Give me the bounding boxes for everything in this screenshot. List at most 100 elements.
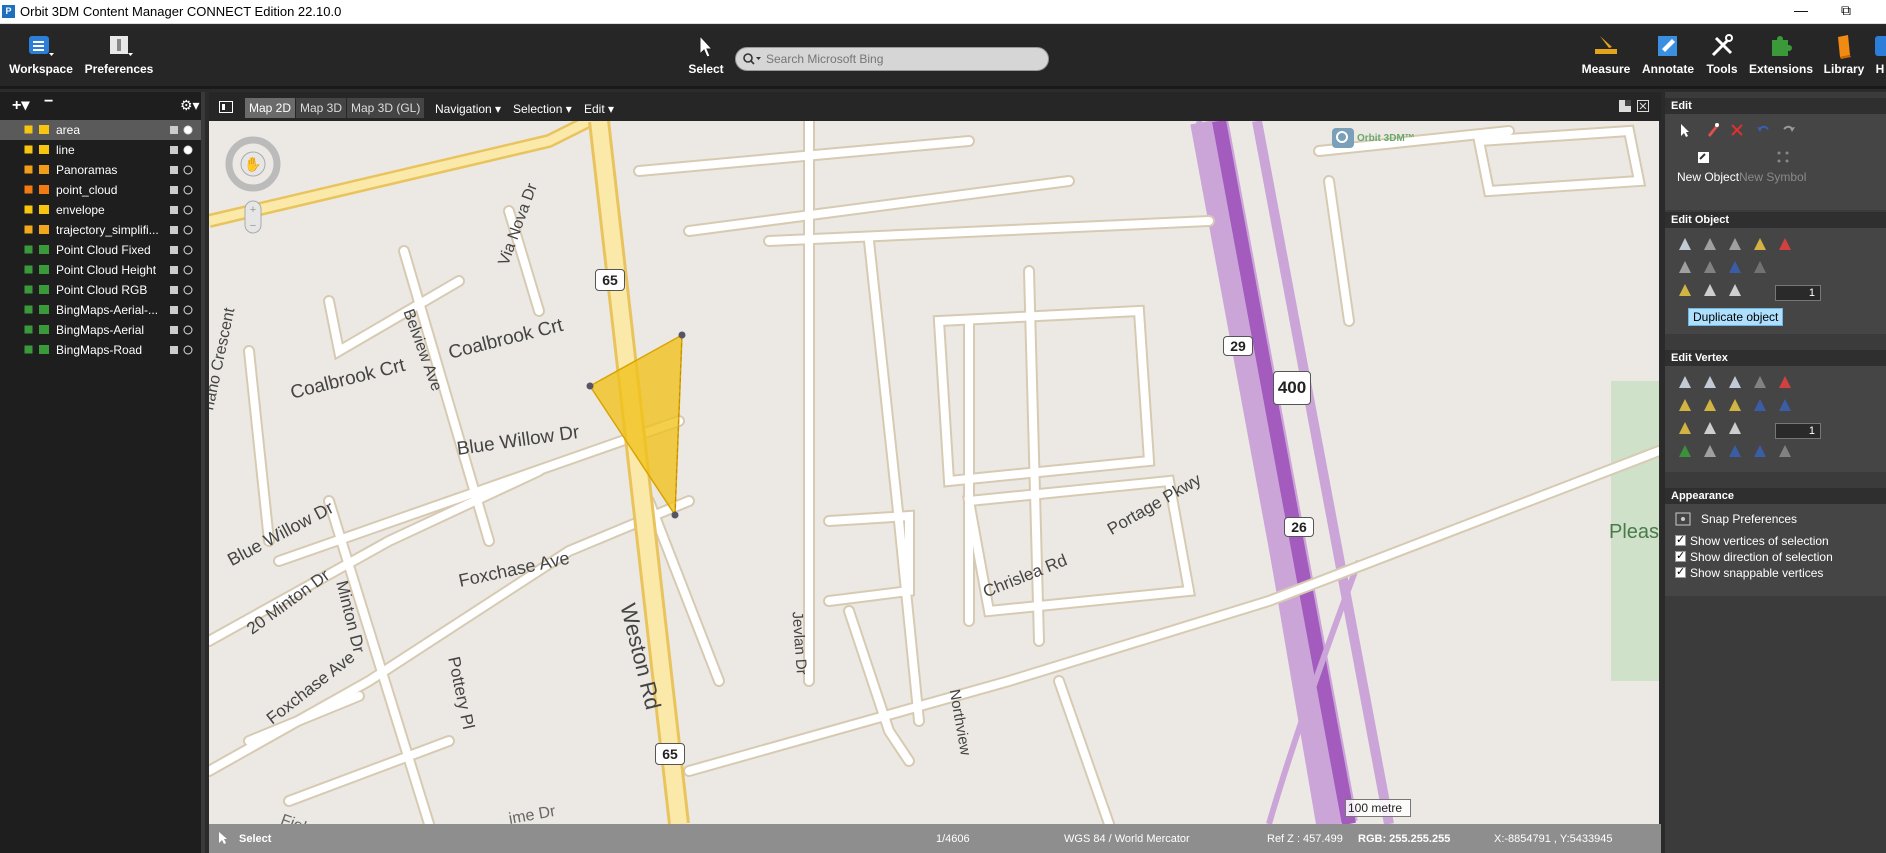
layer-visibility-checkbox[interactable] (24, 245, 33, 254)
preferences-button[interactable]: Preferences (82, 33, 156, 76)
layer-visibility-checkbox[interactable] (24, 205, 33, 214)
split-icon[interactable] (1677, 259, 1693, 275)
merge-icon[interactable] (1702, 259, 1718, 275)
pin-icon[interactable] (168, 283, 198, 297)
new-object-icon[interactable] (1695, 149, 1711, 165)
layout-toggle-icon[interactable] (1619, 100, 1631, 112)
undo-icon[interactable] (1755, 122, 1771, 138)
array-icon[interactable] (1702, 282, 1718, 298)
vertex-f-icon[interactable] (1677, 420, 1693, 436)
layer-visibility-checkbox[interactable] (24, 325, 33, 334)
edit-menu[interactable]: Edit ▾ (584, 102, 614, 116)
layer-row[interactable]: Point Cloud RGB (0, 280, 201, 300)
tab-map-3d[interactable]: Map 3D (296, 98, 347, 118)
map-canvas[interactable]: ✋ + − Belview Ave Via Nova Dr nano Crescen… (209, 121, 1659, 824)
reverse-icon[interactable] (1727, 259, 1743, 275)
layer-visibility-checkbox[interactable] (24, 285, 33, 294)
duplicate-object-button[interactable]: Duplicate object (1688, 308, 1784, 326)
new-object-label[interactable]: New Object (1677, 170, 1739, 184)
layer-row[interactable]: BingMaps-Aerial (0, 320, 201, 340)
layer-row[interactable]: line (0, 140, 201, 160)
pin-icon[interactable] (168, 183, 198, 197)
layer-row[interactable]: area (0, 120, 201, 140)
pan-control[interactable]: ✋ (225, 136, 281, 192)
vertex-d-icon[interactable] (1752, 397, 1768, 413)
vertex-handle[interactable] (678, 331, 686, 339)
object-count-input[interactable] (1775, 285, 1821, 301)
help-button[interactable]: H (1874, 33, 1886, 76)
pin-icon[interactable] (168, 263, 198, 277)
layer-settings-button[interactable]: ⚙▾ (180, 97, 200, 114)
layer-visibility-checkbox[interactable] (24, 305, 33, 314)
remove-vertex-icon[interactable] (1777, 374, 1793, 390)
delete-vertex-icon[interactable] (1727, 374, 1743, 390)
vertex-j-icon[interactable] (1702, 443, 1718, 459)
vertex-k-icon[interactable] (1727, 443, 1743, 459)
layer-row[interactable]: Point Cloud Height (0, 260, 201, 280)
puzzle-icon[interactable] (168, 303, 198, 317)
search-box[interactable] (735, 47, 1049, 71)
vertex-e-icon[interactable] (1777, 397, 1793, 413)
move-vertex-icon[interactable] (1677, 374, 1693, 390)
add-vertex-icon[interactable] (1702, 374, 1718, 390)
vertex-h-icon[interactable] (1727, 420, 1743, 436)
workspace-button[interactable]: Workspace (8, 33, 74, 76)
vertex-count-input[interactable] (1775, 423, 1821, 439)
fullscreen-icon[interactable] (1637, 100, 1649, 112)
minimize-button[interactable]: — (1786, 2, 1816, 18)
show-vertices-checkbox[interactable]: Show vertices of selection (1675, 533, 1829, 548)
select-button[interactable]: Select (686, 33, 726, 76)
select-tool-icon[interactable] (1677, 122, 1693, 138)
puzzle-icon[interactable] (168, 123, 198, 137)
tab-map-3d-gl[interactable]: Map 3D (GL) (347, 98, 425, 118)
remove-object-icon[interactable] (1777, 236, 1793, 252)
layer-visibility-checkbox[interactable] (24, 145, 33, 154)
search-input[interactable] (766, 51, 1036, 67)
collapse-panel-icon[interactable] (219, 101, 233, 113)
copy-icon[interactable] (1727, 282, 1743, 298)
snap-icon[interactable] (1675, 511, 1691, 527)
layer-visibility-checkbox[interactable] (24, 265, 33, 274)
vertex-a-icon[interactable] (1677, 397, 1693, 413)
vertex-handle[interactable] (586, 382, 594, 390)
redo-icon[interactable] (1781, 122, 1797, 138)
measure-button[interactable]: Measure (1578, 33, 1634, 76)
extensions-button[interactable]: Extensions (1748, 33, 1814, 76)
add-layer-button[interactable]: +▾ (12, 95, 29, 115)
library-button[interactable]: Library (1820, 33, 1868, 76)
pin-icon[interactable] (168, 223, 198, 237)
pick-tool-icon[interactable] (1705, 122, 1721, 138)
rotate-icon[interactable] (1702, 236, 1718, 252)
vertex-l-icon[interactable] (1752, 443, 1768, 459)
delete-icon[interactable] (1729, 122, 1745, 138)
vertex-b-icon[interactable] (1702, 397, 1718, 413)
layer-visibility-checkbox[interactable] (24, 185, 33, 194)
tools-button[interactable]: Tools (1700, 33, 1744, 76)
layer-visibility-checkbox[interactable] (24, 345, 33, 354)
smooth-vertex-icon[interactable] (1752, 374, 1768, 390)
show-snappable-checkbox[interactable]: Show snappable vertices (1675, 565, 1823, 580)
layer-row[interactable]: trajectory_simplifi... (0, 220, 201, 240)
mirror-icon[interactable] (1752, 236, 1768, 252)
layer-row[interactable]: Point Cloud Fixed (0, 240, 201, 260)
move-icon[interactable] (1677, 236, 1693, 252)
align-icon[interactable] (1677, 282, 1693, 298)
zoom-control[interactable]: + − (244, 200, 262, 234)
offset-icon[interactable] (1752, 259, 1768, 275)
layer-row[interactable]: Panoramas (0, 160, 201, 180)
selection-menu[interactable]: Selection ▾ (513, 102, 572, 116)
layer-visibility-checkbox[interactable] (24, 165, 33, 174)
tab-map-2d[interactable]: Map 2D (245, 98, 296, 118)
pin-icon[interactable] (168, 243, 198, 257)
puzzle-icon[interactable] (168, 143, 198, 157)
layer-row[interactable]: envelope (0, 200, 201, 220)
snap-preferences-button[interactable]: Snap Preferences (1701, 512, 1797, 526)
show-direction-checkbox[interactable]: Show direction of selection (1675, 549, 1833, 564)
vertex-m-icon[interactable] (1777, 443, 1793, 459)
layer-visibility-checkbox[interactable] (24, 225, 33, 234)
restore-button[interactable]: ⧉ (1831, 2, 1861, 19)
vertex-c-icon[interactable] (1727, 397, 1743, 413)
layer-row[interactable]: BingMaps-Road (0, 340, 201, 360)
navigation-menu[interactable]: Navigation ▾ (435, 102, 501, 116)
layer-visibility-checkbox[interactable] (24, 125, 33, 134)
